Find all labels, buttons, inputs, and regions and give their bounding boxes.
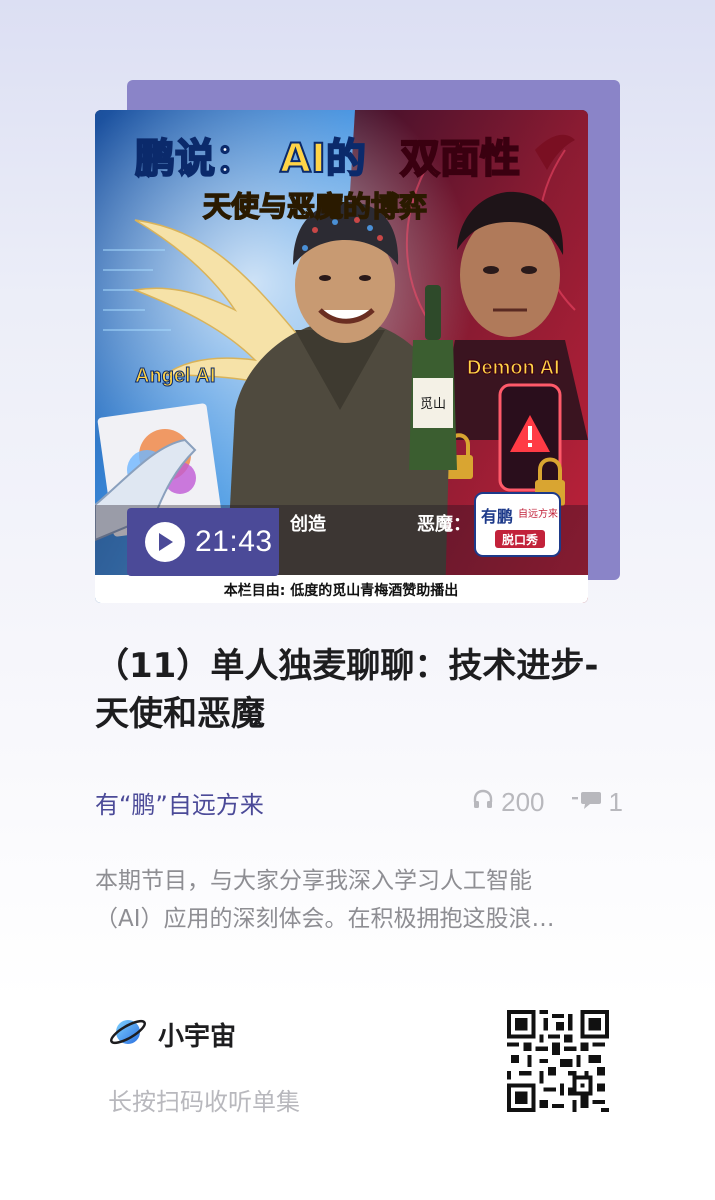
planet-logo-icon — [108, 1012, 148, 1056]
play-count-value: 200 — [501, 786, 545, 817]
sponsor-strip: 本栏目由: 低度的觅山青梅酒赞助播出 — [224, 582, 458, 599]
description-line-1: 本期节目，与大家分享我深入学习人工智能 — [95, 868, 532, 894]
cover-headline-left: 鹏说： — [135, 136, 255, 182]
scan-hint: 长按扫码收听单集 — [108, 1088, 300, 1116]
brand-logo: 小宇宙 — [108, 1012, 236, 1056]
badge-line3: 脱口秀 — [502, 532, 539, 547]
episode-duration: 21:43 — [195, 525, 273, 558]
play-duration-button[interactable]: 21:43 — [127, 508, 279, 576]
cover-caption-left: 创造 — [289, 513, 326, 535]
episode-stats: 200 1 — [471, 787, 623, 818]
cover-subheadline: 天使与恶魔的博弈 — [203, 190, 427, 223]
episode-description: 本期节目，与大家分享我深入学习人工智能 （AI）应用的深刻体会。在积极拥抱这股浪… — [95, 862, 620, 938]
qr-code[interactable] — [507, 1010, 609, 1112]
cover-caption-right: 恶魔： — [417, 513, 471, 535]
headphones-icon — [471, 787, 495, 818]
badge-line1: 有鹏 — [481, 507, 513, 526]
angel-ai-label: Angel AI — [135, 365, 215, 387]
description-line-2: （AI）应用的深刻体会。在积极拥抱这股浪… — [95, 906, 555, 932]
play-icon — [145, 522, 185, 562]
comment-count[interactable]: 1 — [571, 787, 623, 818]
show-badge-logo: 有鹏 自远方来 脱口秀 — [474, 492, 561, 557]
play-count: 200 — [471, 786, 545, 818]
cover-headline-ai: AI的 — [280, 136, 366, 182]
episode-title: （11）单人独麦聊聊：技术进步-天使和恶魔 — [95, 646, 599, 734]
episode-meta-row: 有“鹏”自远方来 200 1 — [95, 784, 623, 820]
cover-headline-right: 双面性 — [400, 136, 520, 182]
comment-count-value: 1 — [608, 786, 623, 817]
podcast-name-link[interactable]: 有“鹏”自远方来 — [95, 785, 264, 820]
badge-line2: 自远方来 — [518, 507, 558, 520]
demon-ai-label: Demon AI — [467, 357, 560, 379]
comment-icon — [571, 787, 603, 818]
brand-name: 小宇宙 — [158, 1021, 237, 1052]
bottle-label: 觅山 — [420, 397, 446, 412]
